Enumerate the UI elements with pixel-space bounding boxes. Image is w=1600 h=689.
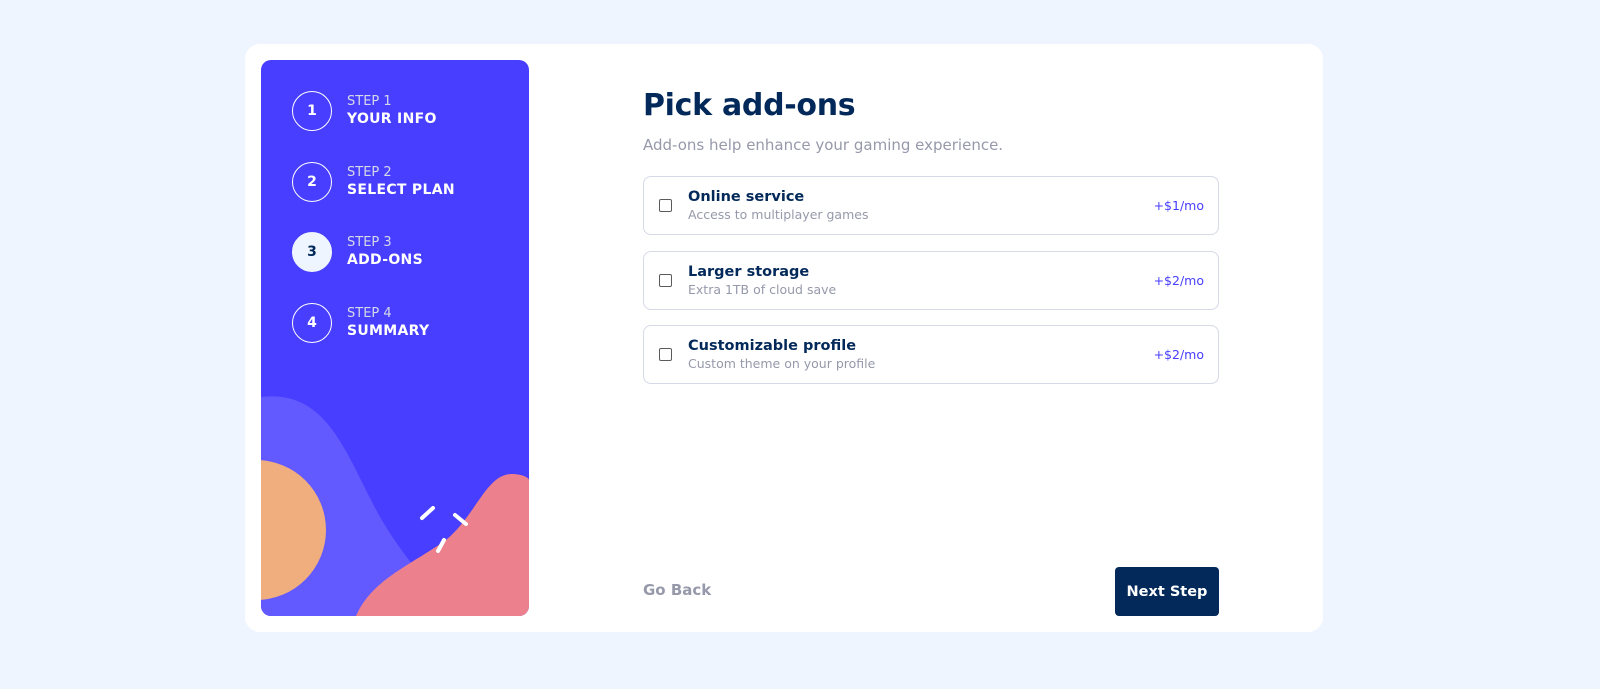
step-item-2[interactable]: 2 STEP 2 SELECT PLAN — [292, 161, 455, 202]
step-number-3: 3 — [292, 232, 332, 272]
step-label-1: STEP 1 — [347, 94, 392, 109]
next-step-button[interactable]: Next Step — [1115, 567, 1219, 616]
step-list: 1 STEP 1 YOUR INFO 2 STEP 2 SELECT PLAN … — [292, 91, 455, 373]
step-number-4: 4 — [292, 302, 332, 343]
form-card: 1 STEP 1 YOUR INFO 2 STEP 2 SELECT PLAN … — [245, 44, 1323, 632]
addon-description: Extra 1TB of cloud save — [688, 281, 837, 297]
step-label-3: STEP 3 — [347, 235, 392, 250]
addon-price: +$2/mo — [1153, 272, 1204, 288]
addon-customizable-profile[interactable]: Customizable profile Custom theme on you… — [643, 325, 1219, 384]
page-subtitle: Add-ons help enhance your gaming experie… — [643, 136, 1004, 154]
addon-online-service[interactable]: Online service Access to multiplayer gam… — [643, 176, 1219, 235]
step-item-4[interactable]: 4 STEP 4 SUMMARY — [292, 302, 455, 343]
addon-checkbox[interactable] — [659, 199, 672, 212]
addon-description: Custom theme on your profile — [688, 356, 876, 371]
main-panel: Pick add-ons Add-ons help enhance your g… — [643, 44, 1219, 632]
addon-name: Larger storage — [688, 263, 810, 280]
go-back-button[interactable]: Go Back — [643, 581, 711, 599]
addon-price: +$2/mo — [1153, 347, 1204, 362]
addon-larger-storage[interactable]: Larger storage Extra 1TB of cloud save +… — [643, 250, 1219, 310]
step-label-2: STEP 2 — [347, 164, 392, 180]
step-title-2: SELECT PLAN — [347, 181, 455, 198]
step-label-4: STEP 4 — [347, 305, 392, 321]
addon-name: Online service — [688, 189, 805, 205]
addon-checkbox[interactable] — [659, 273, 672, 287]
addon-name: Customizable profile — [688, 338, 857, 354]
step-number-2: 2 — [292, 161, 332, 202]
addon-description: Access to multiplayer games — [688, 207, 869, 222]
addon-price: +$1/mo — [1153, 198, 1204, 213]
page-title: Pick add-ons — [643, 88, 856, 123]
sidebar: 1 STEP 1 YOUR INFO 2 STEP 2 SELECT PLAN … — [261, 60, 529, 616]
sparkle-line-2 — [453, 513, 468, 526]
step-number-1: 1 — [292, 91, 332, 131]
sparkle-line-1 — [420, 506, 435, 520]
step-title-1: YOUR INFO — [347, 111, 437, 127]
addon-list: Online service Access to multiplayer gam… — [643, 176, 1219, 400]
step-item-1[interactable]: 1 STEP 1 YOUR INFO — [292, 91, 455, 131]
addon-checkbox[interactable] — [659, 348, 672, 361]
step-item-3[interactable]: 3 STEP 3 ADD-ONS — [292, 232, 455, 272]
step-title-3: ADD-ONS — [347, 252, 423, 268]
step-title-4: SUMMARY — [347, 322, 430, 339]
